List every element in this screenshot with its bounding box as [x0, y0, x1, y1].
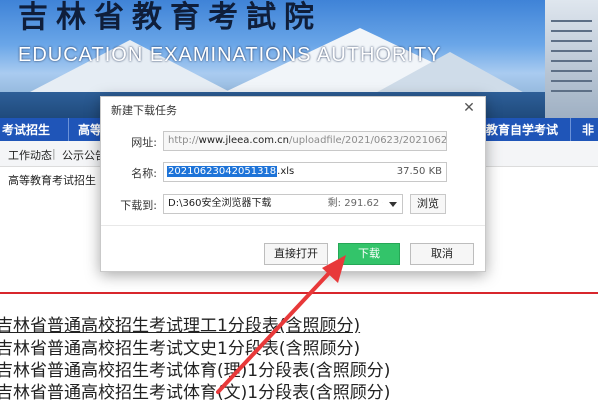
url-path: /uploadfile/2021/0623/2021062304	[288, 135, 447, 146]
file-extension: .xls	[277, 166, 295, 177]
directory-path: D:\360安全浏览器下载	[168, 198, 272, 209]
file-name-selection: 20210623042051318	[167, 166, 278, 177]
url-label: 网址:	[131, 136, 157, 149]
url-prefix: http://	[168, 135, 199, 146]
url-host: www.jleea.com.cn	[198, 135, 289, 146]
dialog-title: 新建下载任务	[111, 104, 177, 117]
close-icon[interactable]: ✕	[459, 98, 479, 118]
browse-button[interactable]: 浏览	[410, 194, 446, 214]
download-button[interactable]: 下载	[338, 243, 400, 265]
open-directly-button[interactable]: 直接打开	[264, 243, 328, 265]
save-directory-input[interactable]: D:\360安全浏览器下载 剩: 291.62 GB	[163, 194, 403, 214]
file-name-input[interactable]: 20210623042051318.xls 37.50 KB	[163, 162, 447, 182]
chevron-down-icon[interactable]	[383, 194, 403, 214]
file-size: 37.50 KB	[396, 166, 442, 177]
cancel-button[interactable]: 取消	[410, 243, 474, 265]
url-field[interactable]: http://www.jleea.com.cn/uploadfile/2021/…	[163, 131, 447, 151]
dialog-divider	[101, 225, 485, 226]
save-to-label: 下载到:	[120, 199, 157, 212]
name-label: 名称:	[131, 167, 157, 180]
download-dialog: 新建下载任务 ✕ 网址: http://www.jleea.com.cn/upl…	[100, 96, 486, 272]
